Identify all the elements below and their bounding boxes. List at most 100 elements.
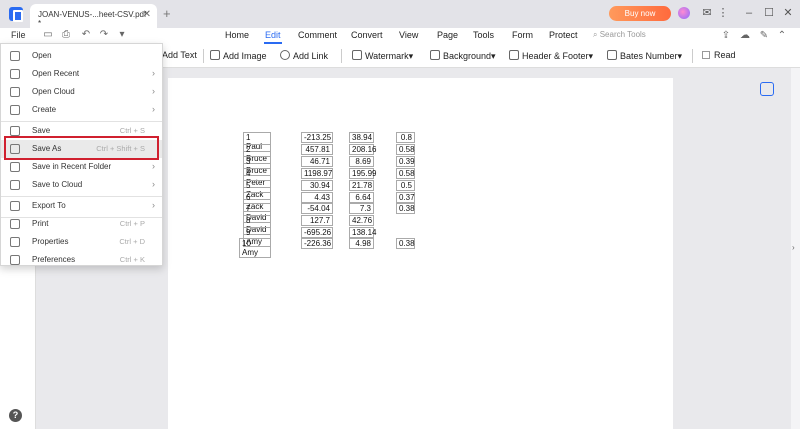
add-link-button[interactable]: Add Link <box>280 50 328 61</box>
ai-assistant-icon[interactable] <box>760 82 774 96</box>
background-label: Background <box>443 51 492 61</box>
table-cell-value-c: 0.39 <box>396 156 415 167</box>
table-cell-value-b: 208.16 <box>349 144 376 155</box>
bates-number-label: Bates Number <box>620 51 678 61</box>
file-menu-item-label: Export To <box>32 201 66 210</box>
table-cell-value-c: 0.58 <box>396 168 415 179</box>
collapse-icon[interactable]: ⌃ <box>776 30 788 42</box>
avatar[interactable] <box>678 7 690 19</box>
upload-icon[interactable]: ⇪ <box>720 30 732 42</box>
file-menu-item-open[interactable]: Open <box>1 47 162 65</box>
table-cell-value-b: 4.98 <box>349 238 374 249</box>
menu-tools[interactable]: Tools <box>473 30 494 40</box>
menu-form[interactable]: Form <box>512 30 533 40</box>
file-menu-item-open-recent[interactable]: Open Recent › <box>1 65 162 83</box>
menu-edit[interactable]: Edit <box>265 30 281 40</box>
more-icon[interactable]: ⋮ <box>716 6 730 20</box>
bates-number-button[interactable]: Bates Number▾ <box>607 50 682 62</box>
document-tab-title: JOAN-VENUS-...heet-CSV.pdf * <box>38 10 147 28</box>
maximize-icon[interactable]: ☐ <box>762 6 776 20</box>
file-menu-item-export-to[interactable]: Export To › <box>1 197 162 215</box>
close-window-icon[interactable]: ✕ <box>781 6 795 20</box>
menu-home[interactable]: Home <box>225 30 249 40</box>
add-image-button[interactable]: Add Image <box>210 50 267 61</box>
print-icon <box>10 219 20 229</box>
add-link-label: Add Link <box>293 51 329 61</box>
table-cell-value-a: 457.81 <box>301 144 333 155</box>
menu-comment[interactable]: Comment <box>298 30 337 40</box>
table-cell-value-b: 7.3 <box>349 203 374 214</box>
buy-now-button[interactable]: Buy now <box>609 6 671 21</box>
table-cell-value-a: 127.7 <box>301 215 333 226</box>
file-menu-item-save-in-recent-folder[interactable]: Save in Recent Folder › <box>1 158 162 176</box>
open-cloud-icon <box>10 87 20 97</box>
quick-access-dropdown-icon[interactable]: ▾ <box>116 29 128 41</box>
document-tab[interactable]: JOAN-VENUS-...heet-CSV.pdf * ✕ <box>30 4 157 28</box>
app-logo-icon <box>9 7 23 22</box>
table-cell-value-c: 0.58 <box>396 144 415 155</box>
file-menu-item-label: Preferences <box>32 255 76 264</box>
save-to-cloud-icon <box>10 180 20 190</box>
file-menu-item-shortcut: Ctrl + D <box>119 237 145 246</box>
open-icon <box>10 51 20 61</box>
file-menu-button[interactable]: File <box>11 30 26 40</box>
menu-convert[interactable]: Convert <box>351 30 383 40</box>
edit-pen-icon[interactable]: ✎ <box>758 30 770 42</box>
file-menu-item-label: Open Recent <box>32 69 80 78</box>
table-cell-value-a: -54.04 <box>301 203 333 214</box>
menu-page[interactable]: Page <box>437 30 458 40</box>
add-image-label: Add Image <box>223 51 267 61</box>
create-icon <box>10 105 20 115</box>
toolbar-divider <box>341 49 342 63</box>
link-icon <box>280 50 290 60</box>
redo-icon[interactable]: ↷ <box>98 29 110 41</box>
print-icon[interactable]: ⎙ <box>60 29 72 41</box>
background-button[interactable]: Background▾ <box>430 50 496 62</box>
save-as-highlight <box>4 136 159 160</box>
table-cell-value-b: 21.78 <box>349 180 374 191</box>
save-in-recent-folder-icon <box>10 162 20 172</box>
tab-close-icon[interactable]: ✕ <box>143 9 151 20</box>
preferences-icon <box>10 255 20 265</box>
mail-icon[interactable]: ✉ <box>700 6 714 20</box>
header-footer-label: Header & Footer <box>522 51 589 61</box>
file-menu-item-create[interactable]: Create › <box>1 101 162 119</box>
read-checkbox[interactable]: Read <box>702 50 736 60</box>
watermark-button[interactable]: Watermark▾ <box>352 50 413 62</box>
file-menu-item-save-to-cloud[interactable]: Save to Cloud › <box>1 176 162 194</box>
table-cell-value-b: 6.64 <box>349 192 374 203</box>
add-text-button[interactable]: Add Text <box>162 50 197 60</box>
minimize-icon[interactable]: – <box>742 6 756 20</box>
file-menu-item-label: Create <box>32 105 57 114</box>
toolbar-divider <box>203 49 204 63</box>
new-tab-icon[interactable]: + <box>163 6 171 21</box>
save-icon <box>10 126 20 136</box>
add-text-label: Add Text <box>162 50 197 60</box>
search-tools-placeholder: Search Tools <box>599 30 646 39</box>
table-cell-value-c: 0.37 <box>396 192 415 203</box>
file-menu-item-print[interactable]: Print Ctrl + P <box>1 215 162 233</box>
file-menu-item-open-cloud[interactable]: Open Cloud › <box>1 83 162 101</box>
file-menu-item-preferences[interactable]: Preferences Ctrl + K <box>1 251 162 269</box>
search-tools-input[interactable]: ⌕ Search Tools <box>593 30 646 40</box>
menu-view[interactable]: View <box>399 30 418 40</box>
file-menu-item-properties[interactable]: Properties Ctrl + D <box>1 233 162 251</box>
table-cell-value-a: -213.25 <box>301 132 333 143</box>
open-recent-icon <box>10 69 20 79</box>
submenu-chevron-icon: › <box>152 179 155 189</box>
help-icon[interactable]: ? <box>9 409 22 422</box>
menu-protect[interactable]: Protect <box>549 30 578 40</box>
save-icon[interactable]: ▭ <box>42 29 54 41</box>
header-footer-button[interactable]: Header & Footer▾ <box>509 50 593 62</box>
scroll-arrow-icon[interactable]: › <box>792 243 795 252</box>
undo-icon[interactable]: ↶ <box>80 29 92 41</box>
submenu-chevron-icon: › <box>152 104 155 114</box>
table-cell-value-c: 0.5 <box>396 180 415 191</box>
cloud-icon[interactable]: ☁ <box>739 30 751 42</box>
menu-bar: File ▭ ⎙ ↶ ↷ ▾ Home Edit Comment Convert… <box>0 28 800 44</box>
toolbar-divider <box>692 49 693 63</box>
table-cell-value-a: 1198.97 <box>301 168 333 179</box>
watermark-icon <box>352 50 362 60</box>
checkbox-icon <box>702 51 710 59</box>
file-menu-item-label: Save in Recent Folder <box>32 162 112 171</box>
